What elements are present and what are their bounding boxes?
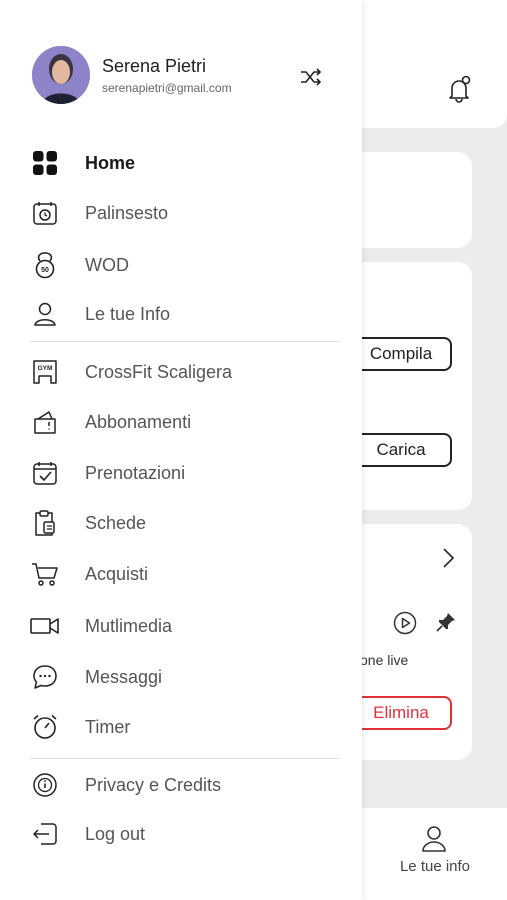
play-circle-icon[interactable] <box>392 610 418 636</box>
menu-label: Abbonamenti <box>85 411 192 432</box>
menu-label: Le tue Info <box>85 303 171 324</box>
chevron-right-icon[interactable] <box>438 545 458 571</box>
menu-item-timer[interactable]: Timer <box>0 705 362 749</box>
bottom-nav-label[interactable]: Le tue info <box>380 858 490 875</box>
menu-item-prenotazioni[interactable]: Prenotazioni <box>0 451 362 495</box>
elimina-button[interactable]: Elimina <box>350 696 452 730</box>
calendar-check-icon <box>30 458 60 488</box>
menu-item-le-tue-info[interactable]: Le tue Info <box>0 292 362 336</box>
menu-label: Privacy e Credits <box>85 774 222 795</box>
wallet-icon <box>30 407 60 437</box>
menu-label: Log out <box>85 823 146 844</box>
kettlebell-icon: 50 <box>30 250 60 280</box>
menu-label: Home <box>85 152 136 173</box>
avatar-image <box>32 46 90 104</box>
user-email: serenapietri@gmail.com <box>102 81 232 95</box>
timer-icon <box>30 712 60 742</box>
menu-label: CrossFit Scaligera <box>85 361 233 382</box>
menu-label: Timer <box>85 716 131 737</box>
divider <box>30 341 340 342</box>
menu-item-multimedia[interactable]: Mutlimedia <box>0 604 362 648</box>
info-icon <box>30 770 60 800</box>
menu-item-privacy-credits[interactable]: Privacy e Credits <box>0 763 362 807</box>
chat-icon <box>30 662 60 692</box>
pin-icon[interactable] <box>434 610 458 634</box>
menu-item-schede[interactable]: Schede <box>0 501 362 545</box>
svg-text:GYM: GYM <box>38 365 53 372</box>
user-name: Serena Pietri <box>102 56 207 76</box>
cart-icon <box>30 559 60 589</box>
menu-item-abbonamenti[interactable]: Abbonamenti <box>0 400 362 444</box>
menu-label: Mutlimedia <box>85 615 173 636</box>
header-card <box>340 0 507 128</box>
divider <box>30 758 340 759</box>
avatar[interactable] <box>32 46 90 104</box>
video-icon <box>30 611 60 641</box>
notification-bell-icon[interactable] <box>444 74 474 104</box>
menu-item-wod[interactable]: 50 WOD <box>0 243 362 287</box>
gym-icon: GYM <box>30 357 60 387</box>
menu-label: Palinsesto <box>85 202 169 223</box>
live-text: one live <box>360 652 409 668</box>
person-icon <box>30 299 60 329</box>
svg-text:50: 50 <box>41 267 49 274</box>
menu-item-palinsesto[interactable]: Palinsesto <box>0 191 362 235</box>
person-icon[interactable] <box>420 824 448 854</box>
menu-item-messaggi[interactable]: Messaggi <box>0 655 362 699</box>
menu-item-crossfit-scaligera[interactable]: GYM CrossFit Scaligera <box>0 350 362 394</box>
menu-label: Schede <box>85 512 147 533</box>
menu-item-logout[interactable]: Log out <box>0 812 362 856</box>
menu-label: Prenotazioni <box>85 462 186 483</box>
clipboard-icon <box>30 508 60 538</box>
bottom-nav <box>340 808 507 900</box>
carica-button[interactable]: Carica <box>350 433 452 467</box>
calendar-clock-icon <box>30 198 60 228</box>
menu-item-acquisti[interactable]: Acquisti <box>0 552 362 596</box>
menu-label: WOD <box>85 254 129 275</box>
grid-icon <box>30 148 60 178</box>
navigation-drawer: Serena Pietri serenapietri@gmail.com Hom… <box>0 0 362 900</box>
logout-icon <box>30 819 60 849</box>
menu-label: Messaggi <box>85 666 163 687</box>
menu-label: Acquisti <box>85 563 149 584</box>
compila-button[interactable]: Compila <box>350 337 452 371</box>
shuffle-icon[interactable] <box>298 64 324 90</box>
menu-item-home[interactable]: Home <box>0 141 362 185</box>
